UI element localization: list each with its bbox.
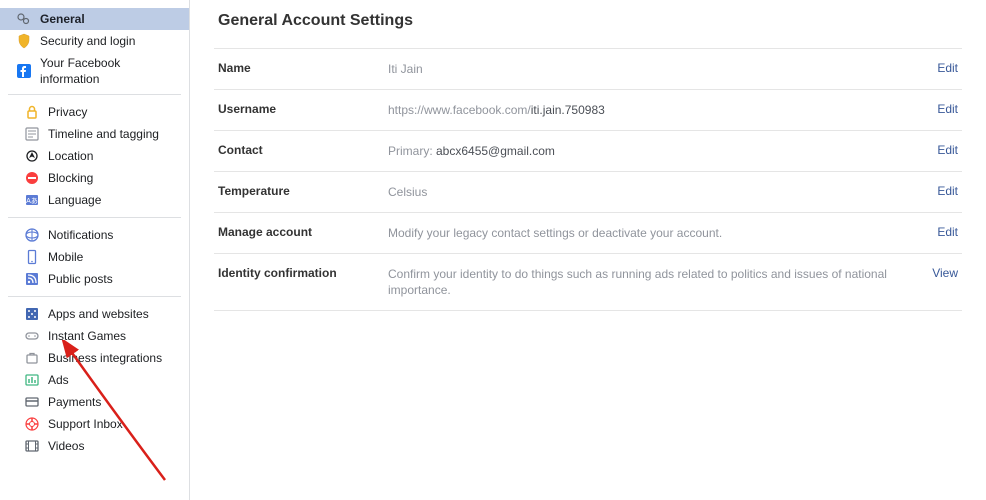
sidebar-item-label: Public posts xyxy=(48,271,113,287)
rss-icon xyxy=(24,271,40,287)
sidebar-item-notifications[interactable]: Notifications xyxy=(8,224,181,246)
settings-value: Modify your legacy contact settings or d… xyxy=(388,225,918,241)
settings-value: Celsius xyxy=(388,184,918,200)
sidebar-item-label: Support Inbox xyxy=(48,416,123,432)
sidebar-item-label: Notifications xyxy=(48,227,113,243)
sidebar-item-label: Videos xyxy=(48,438,84,454)
settings-label: Identity confirmation xyxy=(218,266,388,280)
globe-icon xyxy=(24,227,40,243)
sidebar-item-label: Privacy xyxy=(48,104,87,120)
edit-link[interactable]: Edit xyxy=(918,184,958,198)
sidebar-item-apps[interactable]: Apps and websites xyxy=(8,303,181,325)
sidebar-item-language[interactable]: Aあ Language xyxy=(8,189,181,211)
settings-value: Confirm your identity to do things such … xyxy=(388,266,918,298)
sidebar-item-label: Ads xyxy=(48,372,69,388)
view-link[interactable]: View xyxy=(918,266,958,280)
settings-row-manage-account: Manage account Modify your legacy contac… xyxy=(214,212,962,253)
settings-table: Name Iti Jain Edit Username https://www.… xyxy=(214,48,962,311)
briefcase-icon xyxy=(24,350,40,366)
sidebar-item-label: Mobile xyxy=(48,249,83,265)
sidebar-item-support[interactable]: Support Inbox xyxy=(8,413,181,435)
facebook-icon xyxy=(16,63,32,79)
ads-icon xyxy=(24,372,40,388)
games-icon xyxy=(24,328,40,344)
settings-label: Name xyxy=(218,61,388,75)
gear-icon xyxy=(16,11,32,27)
edit-link[interactable]: Edit xyxy=(918,225,958,239)
page-title: General Account Settings xyxy=(214,12,962,30)
location-icon xyxy=(24,148,40,164)
sidebar-item-mobile[interactable]: Mobile xyxy=(8,246,181,268)
edit-link[interactable]: Edit xyxy=(918,61,958,75)
settings-row-contact: Contact Primary: abcx6455@gmail.com Edit xyxy=(214,130,962,171)
settings-row-name: Name Iti Jain Edit xyxy=(214,48,962,89)
sidebar-item-security[interactable]: Security and login xyxy=(0,30,189,52)
settings-value: Primary: abcx6455@gmail.com xyxy=(388,143,918,159)
blocking-icon xyxy=(24,170,40,186)
settings-row-identity: Identity confirmation Confirm your ident… xyxy=(214,253,962,311)
settings-row-username: Username https://www.facebook.com/iti.ja… xyxy=(214,89,962,130)
sidebar-item-location[interactable]: Location xyxy=(8,145,181,167)
sidebar-item-label: Apps and websites xyxy=(48,306,149,322)
sidebar-item-business[interactable]: Business integrations xyxy=(8,347,181,369)
sidebar-item-label: Timeline and tagging xyxy=(48,126,159,142)
sidebar-item-label: Blocking xyxy=(48,170,93,186)
sidebar-item-label: General xyxy=(40,11,85,27)
film-icon xyxy=(24,438,40,454)
sidebar-item-blocking[interactable]: Blocking xyxy=(8,167,181,189)
edit-link[interactable]: Edit xyxy=(918,102,958,116)
lifebuoy-icon xyxy=(24,416,40,432)
sidebar-item-privacy[interactable]: Privacy xyxy=(8,101,181,123)
sidebar-item-label: Language xyxy=(48,192,101,208)
settings-label: Contact xyxy=(218,143,388,157)
sidebar-item-label: Location xyxy=(48,148,93,164)
edit-link[interactable]: Edit xyxy=(918,143,958,157)
apps-icon xyxy=(24,306,40,322)
timeline-icon xyxy=(24,126,40,142)
settings-row-temperature: Temperature Celsius Edit xyxy=(214,171,962,212)
sidebar-item-label: Business integrations xyxy=(48,350,162,366)
sidebar-item-payments[interactable]: Payments xyxy=(8,391,181,413)
settings-label: Manage account xyxy=(218,225,388,239)
language-icon: Aあ xyxy=(24,192,40,208)
settings-value: https://www.facebook.com/iti.jain.750983 xyxy=(388,102,918,118)
sidebar-item-general[interactable]: General xyxy=(0,8,189,30)
main-content: General Account Settings Name Iti Jain E… xyxy=(190,0,986,500)
sidebar-item-label: Payments xyxy=(48,394,101,410)
mobile-icon xyxy=(24,249,40,265)
sidebar-item-timeline[interactable]: Timeline and tagging xyxy=(8,123,181,145)
sidebar-item-label: Instant Games xyxy=(48,328,126,344)
sidebar-item-label: Security and login xyxy=(40,33,135,49)
shield-icon xyxy=(16,33,32,49)
svg-text:Aあ: Aあ xyxy=(26,197,38,205)
settings-value: Iti Jain xyxy=(388,61,918,77)
settings-label: Temperature xyxy=(218,184,388,198)
sidebar-item-instant-games[interactable]: Instant Games xyxy=(8,325,181,347)
sidebar-item-videos[interactable]: Videos xyxy=(8,435,181,457)
settings-label: Username xyxy=(218,102,388,116)
sidebar-item-public-posts[interactable]: Public posts xyxy=(8,268,181,290)
lock-icon xyxy=(24,104,40,120)
sidebar-item-ads[interactable]: Ads xyxy=(8,369,181,391)
card-icon xyxy=(24,394,40,410)
sidebar-item-label: Your Facebook information xyxy=(40,55,181,87)
sidebar-item-facebook-info[interactable]: Your Facebook information xyxy=(0,52,189,90)
settings-sidebar: General Security and login Your Facebook… xyxy=(0,0,190,500)
